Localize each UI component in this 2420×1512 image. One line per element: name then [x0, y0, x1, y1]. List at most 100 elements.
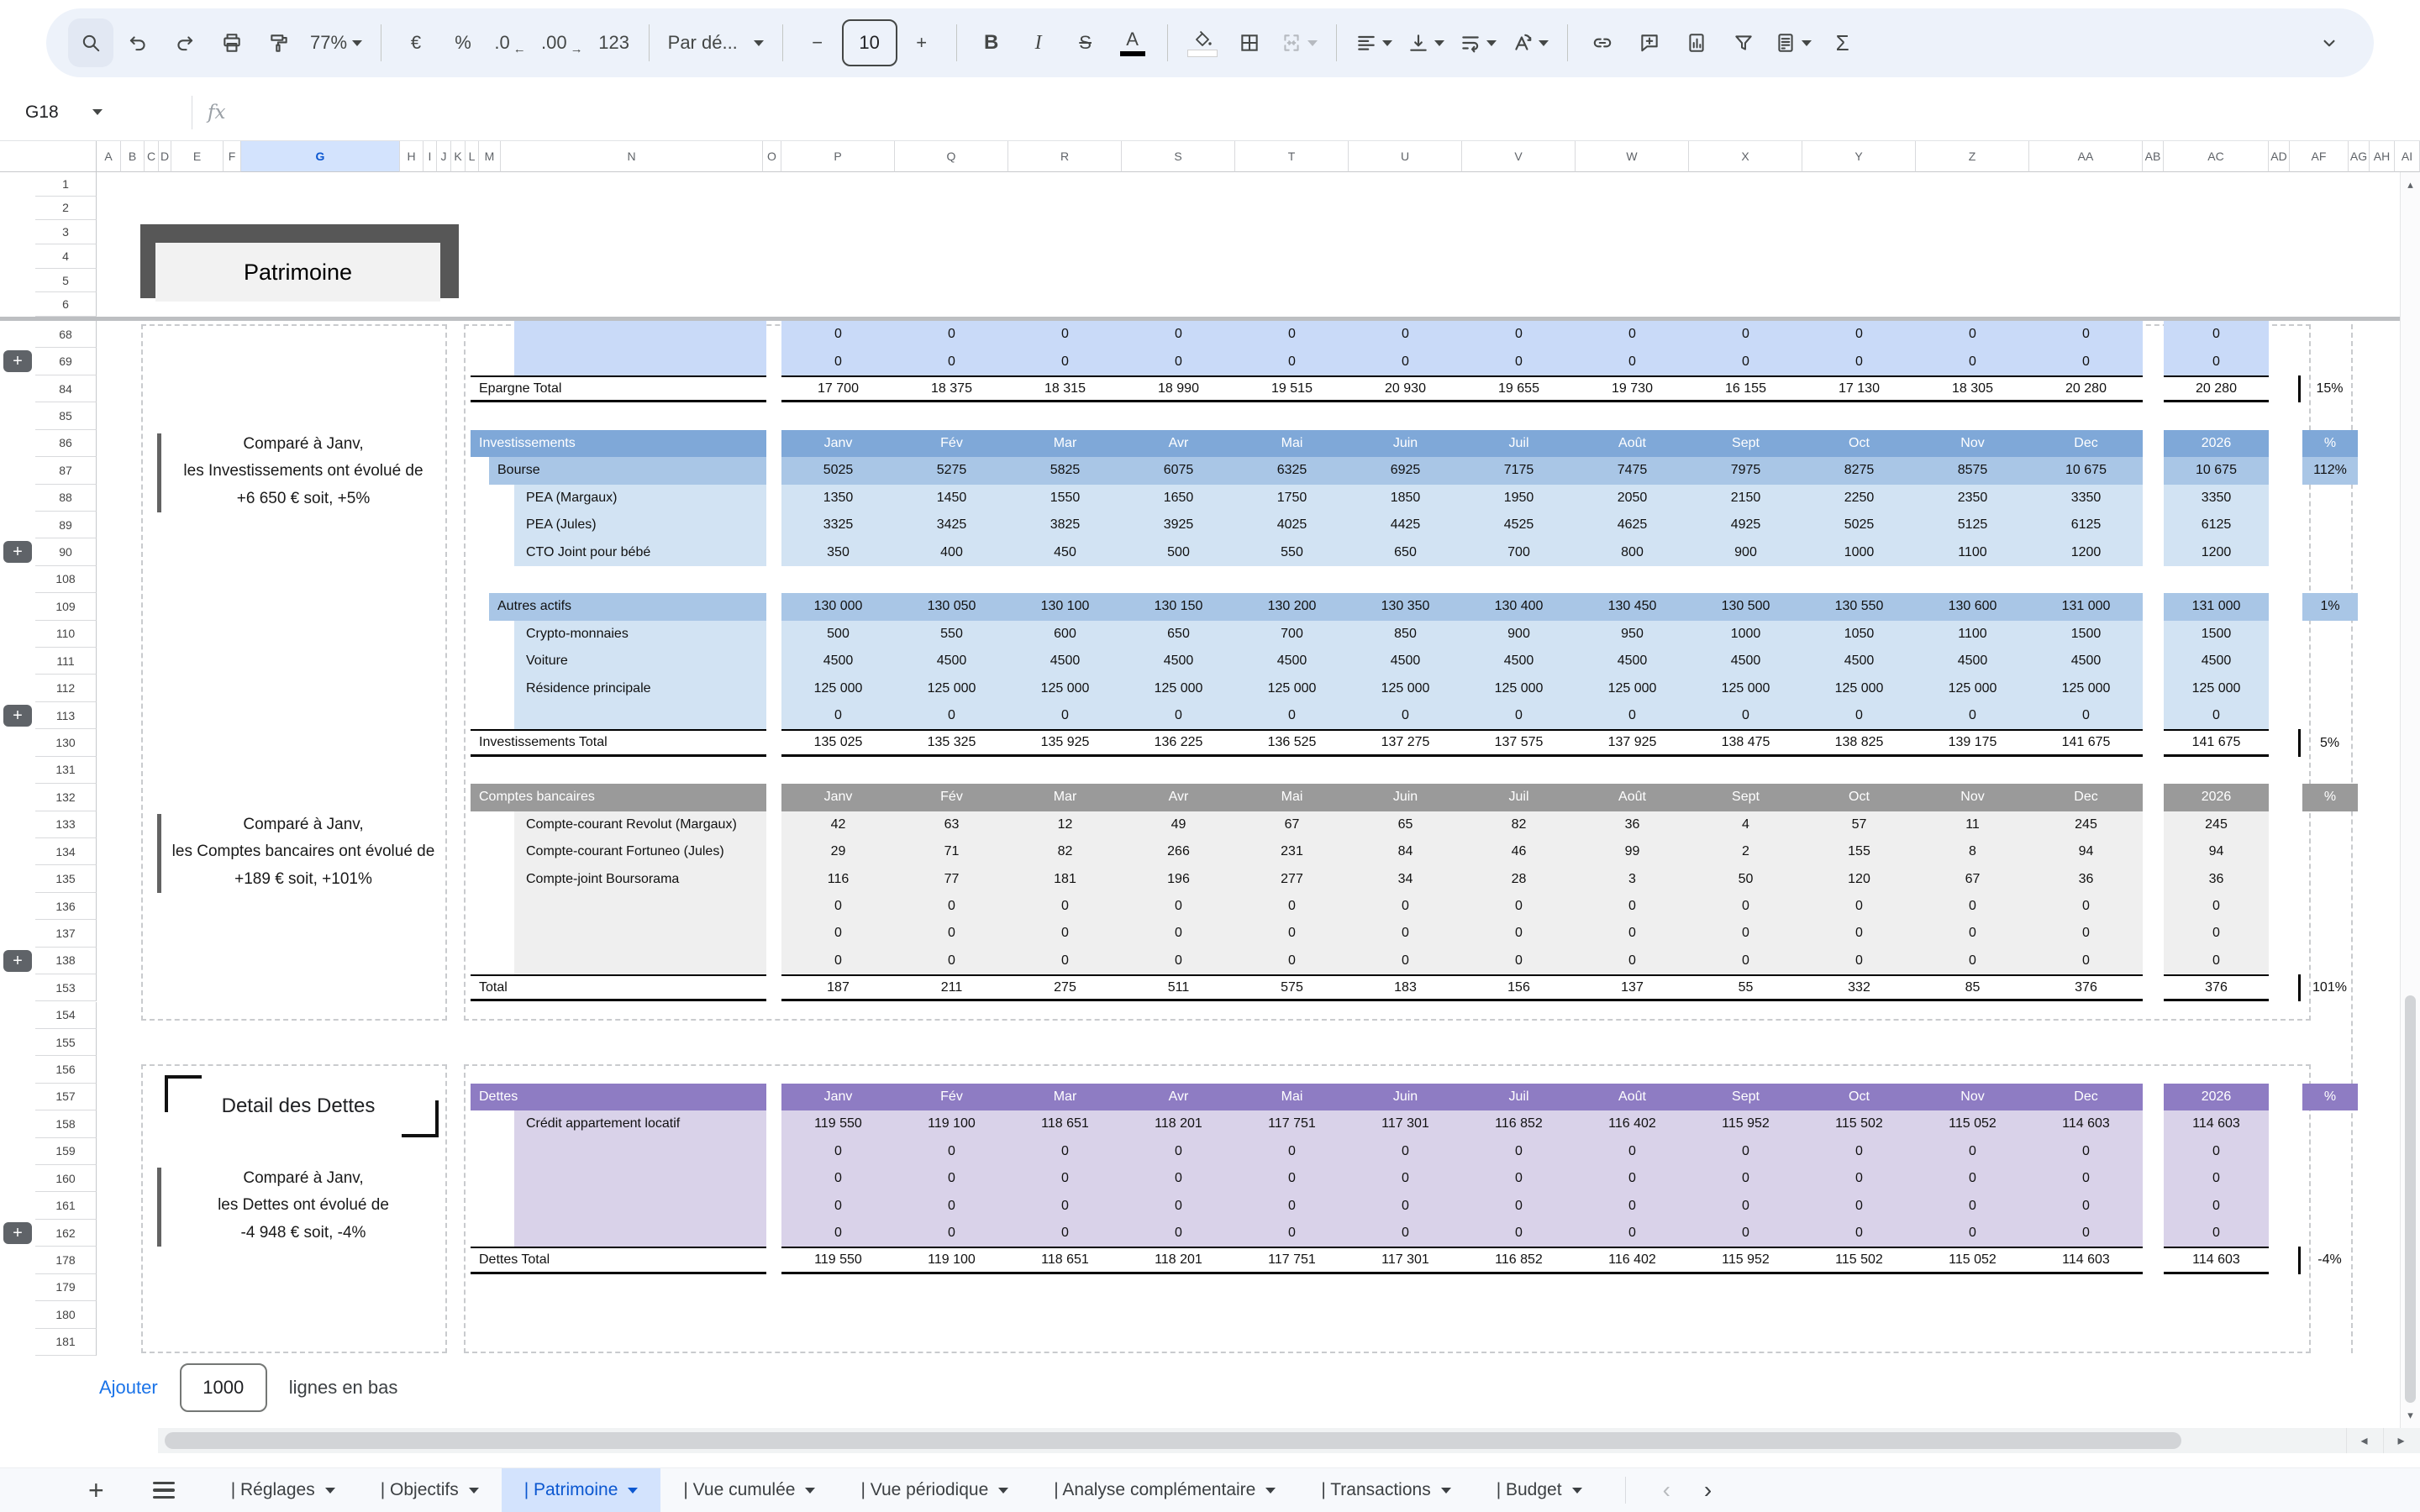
- cell[interactable]: 0: [1122, 1138, 1235, 1165]
- cell[interactable]: 7175: [1462, 457, 1576, 484]
- cell[interactable]: 136 225: [1122, 731, 1235, 753]
- column-header-AF[interactable]: AF: [2290, 141, 2349, 172]
- dettes-section-title[interactable]: Detail des Dettes: [160, 1081, 437, 1131]
- cell[interactable]: 115 052: [1916, 1110, 2029, 1137]
- year-2026-cell[interactable]: 0: [2164, 1192, 2269, 1220]
- column-header-A[interactable]: A: [97, 141, 121, 172]
- cell[interactable]: 34: [1349, 865, 1462, 892]
- tab--transactions[interactable]: | Transactions: [1298, 1468, 1473, 1512]
- year-2026-cell[interactable]: 114 603: [2164, 1247, 2269, 1274]
- row-header-155[interactable]: 155: [35, 1028, 97, 1057]
- cell[interactable]: 0: [1349, 1138, 1462, 1165]
- row-header-135[interactable]: 135: [35, 865, 97, 893]
- percent-cell[interactable]: -4%: [2298, 1247, 2359, 1274]
- cell[interactable]: 136 525: [1235, 731, 1349, 753]
- cell[interactable]: 0: [1008, 948, 1122, 974]
- row-header-162[interactable]: 162: [35, 1219, 97, 1247]
- scroll-left-arrow[interactable]: ◂: [2346, 1428, 2381, 1453]
- year-2026-cell[interactable]: 2026: [2164, 429, 2269, 458]
- cell[interactable]: Août: [1576, 430, 1689, 457]
- cell[interactable]: 0: [1576, 1165, 1689, 1192]
- row-label[interactable]: CTO Joint pour bébé: [514, 538, 766, 566]
- cell[interactable]: 0: [895, 1165, 1008, 1192]
- column-header-AG[interactable]: AG: [2349, 141, 2370, 172]
- cell[interactable]: Mai: [1235, 430, 1349, 457]
- cell[interactable]: 1350: [781, 485, 895, 512]
- cell[interactable]: 130 550: [1802, 593, 1916, 620]
- year-2026-cell[interactable]: 0: [2164, 1219, 2269, 1247]
- cell[interactable]: 0: [781, 1165, 895, 1192]
- cell[interactable]: Oct: [1802, 784, 1916, 811]
- row-header-69[interactable]: 69: [35, 348, 97, 375]
- cell[interactable]: 2350: [1916, 485, 2029, 512]
- cell[interactable]: 50: [1689, 865, 1802, 892]
- cell[interactable]: 138 825: [1802, 731, 1916, 753]
- cell[interactable]: 0: [1235, 1220, 1349, 1247]
- cell[interactable]: 0: [781, 1192, 895, 1219]
- cell[interactable]: 82: [1008, 838, 1122, 865]
- cell[interactable]: 125 000: [781, 675, 895, 701]
- cell[interactable]: 0: [1235, 1165, 1349, 1192]
- cell[interactable]: 0: [895, 1138, 1008, 1165]
- select-all-corner[interactable]: [0, 141, 97, 172]
- tab--analyse-complémentaire[interactable]: | Analyse complémentaire: [1031, 1468, 1298, 1512]
- cell[interactable]: 0: [1689, 1165, 1802, 1192]
- cell[interactable]: 700: [1235, 621, 1349, 648]
- cell[interactable]: 400: [895, 538, 1008, 565]
- cell[interactable]: 20 930: [1349, 377, 1462, 400]
- column-header-L[interactable]: L: [466, 141, 479, 172]
- cell[interactable]: 4625: [1576, 512, 1689, 538]
- cell[interactable]: 245: [2029, 811, 2143, 838]
- cell[interactable]: 1850: [1349, 485, 1462, 512]
- row-label[interactable]: Bourse: [489, 457, 766, 485]
- row-header-1[interactable]: 1: [35, 172, 97, 197]
- note-investissements[interactable]: Comparé à Janv, les Investissements ont …: [166, 431, 440, 512]
- column-header-M[interactable]: M: [479, 141, 501, 172]
- cell[interactable]: 130 350: [1349, 593, 1462, 620]
- cell[interactable]: 125 000: [895, 675, 1008, 701]
- row-label[interactable]: Compte-joint Boursorama: [514, 865, 766, 893]
- cell[interactable]: Juin: [1349, 1084, 1462, 1110]
- cell[interactable]: 0: [2029, 348, 2143, 375]
- cell[interactable]: 2: [1689, 838, 1802, 865]
- row-header-153[interactable]: 153: [35, 974, 97, 1002]
- cell[interactable]: 125 000: [1802, 675, 1916, 701]
- cell[interactable]: 116 402: [1576, 1248, 1689, 1271]
- cell[interactable]: 7475: [1576, 457, 1689, 484]
- cell[interactable]: 0: [2029, 321, 2143, 348]
- cell[interactable]: 0: [1802, 1138, 1916, 1165]
- cell[interactable]: 0: [1349, 702, 1462, 729]
- cell[interactable]: 0: [1122, 920, 1235, 947]
- cell[interactable]: 3350: [2029, 485, 2143, 512]
- cell[interactable]: 0: [781, 893, 895, 920]
- cell[interactable]: 131 000: [2029, 593, 2143, 620]
- row-header-108[interactable]: 108: [35, 565, 97, 594]
- row-label[interactable]: [514, 701, 766, 730]
- cell[interactable]: 130 200: [1235, 593, 1349, 620]
- cell[interactable]: 850: [1349, 621, 1462, 648]
- cell[interactable]: 0: [1462, 321, 1576, 348]
- cell[interactable]: 0: [1802, 920, 1916, 947]
- tab--vue-cumulée[interactable]: | Vue cumulée: [660, 1468, 838, 1512]
- cell[interactable]: Fév: [895, 784, 1008, 811]
- cell[interactable]: 8575: [1916, 457, 2029, 484]
- cell[interactable]: 0: [1576, 920, 1689, 947]
- borders-button[interactable]: [1227, 18, 1272, 67]
- cell[interactable]: 0: [1235, 893, 1349, 920]
- cell[interactable]: 0: [1349, 893, 1462, 920]
- cell[interactable]: Janv: [781, 430, 895, 457]
- tab--objectifs[interactable]: | Objectifs: [358, 1468, 502, 1512]
- insert-link-button[interactable]: [1580, 18, 1625, 67]
- add-rows-button[interactable]: Ajouter: [99, 1377, 158, 1399]
- cell[interactable]: 0: [1122, 1220, 1235, 1247]
- row-header-180[interactable]: 180: [35, 1301, 97, 1329]
- cell[interactable]: 0: [1122, 702, 1235, 729]
- cell[interactable]: 0: [1008, 1220, 1122, 1247]
- cell[interactable]: Janv: [781, 784, 895, 811]
- percent-cell[interactable]: %: [2302, 1083, 2358, 1111]
- functions-button[interactable]: Σ: [1820, 18, 1865, 67]
- row-header-161[interactable]: 161: [35, 1192, 97, 1220]
- cell[interactable]: 85: [1916, 976, 2029, 999]
- cell[interactable]: 4500: [781, 648, 895, 675]
- year-2026-cell[interactable]: 0: [2164, 892, 2269, 921]
